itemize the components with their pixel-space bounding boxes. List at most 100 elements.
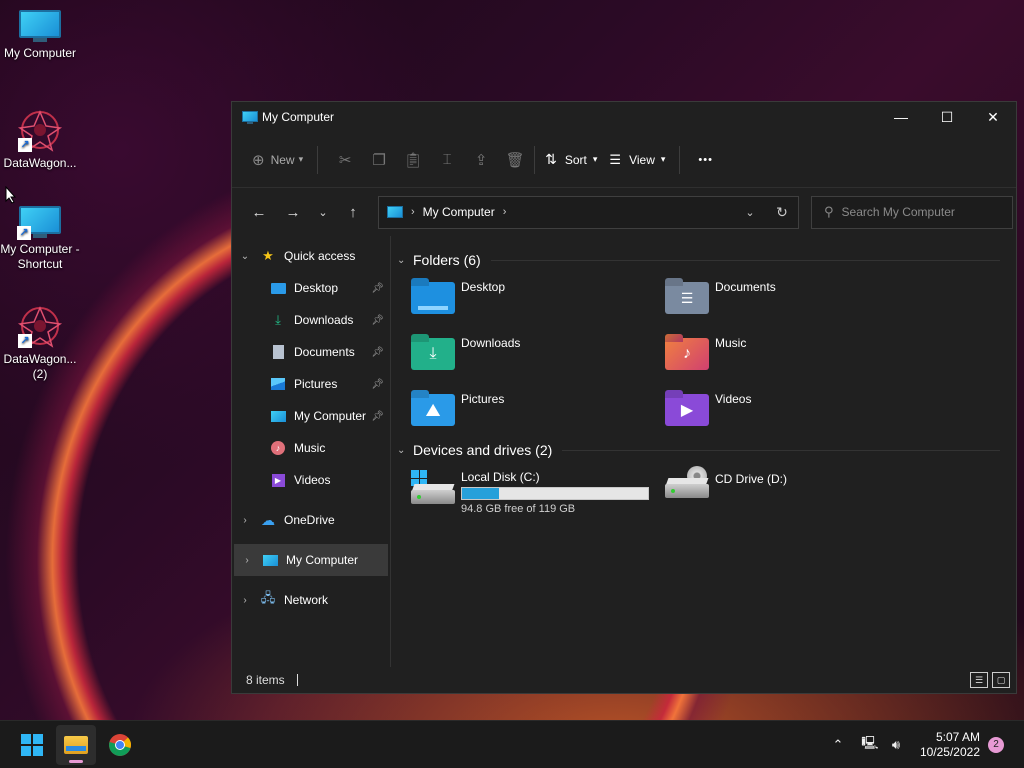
folder-tile-downloads[interactable]: ⤓ Downloads [397,330,651,386]
notification-badge[interactable]: 2 [988,736,1004,753]
cut-icon[interactable]: ✂ [328,145,362,175]
folder-tile-desktop[interactable]: Desktop [397,274,651,330]
folder-tile-videos[interactable]: ▶ Videos [651,386,905,442]
address-bar[interactable]: › My Computer › ⌄ ↻ [378,195,799,229]
nav-item-music[interactable]: ♪ Music [232,432,390,464]
clock[interactable]: 5:07 AM 10/25/2022 [920,730,980,760]
cloud-icon: ☁ [261,511,275,528]
taskbar: ⌃ 🖳︎ 🔊︎ 5:07 AM 10/25/2022 2 [0,720,1024,768]
chevron-down-icon[interactable]: ⌄ [232,251,258,262]
shortcut-arrow-icon: ↗ [18,138,32,152]
new-button[interactable]: ⊕ New ▾ [252,151,303,169]
large-icons-view-icon[interactable]: ▢ [992,672,1010,688]
chevron-down-icon[interactable]: ⌄ [397,255,413,266]
desktop-icon-datawagon-2[interactable]: ↗ DataWagon... (2) [0,302,80,382]
close-button[interactable]: ✕ [970,102,1016,132]
title-bar[interactable]: My Computer — ☐ ✕ [232,102,1016,132]
nav-label: Network [284,593,329,607]
desktop-icon-my-computer[interactable]: My Computer [0,10,80,61]
chevron-down-icon: ▾ [660,154,666,164]
videos-icon: ▶ [268,472,288,488]
navigation-pane: ⌄ ★ Quick access Desktop 📌︎ ⤓ Downloads … [232,236,391,667]
desktop-icon-my-computer-shortcut[interactable]: ↗ My Computer - Shortcut [0,206,80,272]
nav-item-network[interactable]: › 🖧︎ Network [232,584,390,616]
music-icon: ♪ [268,440,288,456]
chevron-right-icon: › [411,206,415,218]
desktop-icon-datawagon[interactable]: ↗ DataWagon... [0,106,80,171]
computer-icon [387,206,403,218]
desktop-folder-icon [411,278,455,314]
group-title: Devices and drives (2) [413,442,553,458]
file-explorer-taskbar-button[interactable] [56,724,96,765]
nav-item-documents[interactable]: Documents 📌︎ [232,336,390,368]
drives-grid: Local Disk (C:) 94.8 GB free of 119 GB C… [397,464,1010,526]
desktop-icon-label: My Computer - Shortcut [0,242,80,271]
nav-label: Documents [294,345,355,359]
chrome-taskbar-button[interactable] [100,725,140,765]
chevron-down-icon: ▾ [592,154,598,164]
details-view-icon[interactable]: ☰ [970,672,988,688]
delete-icon[interactable]: 🗑︎ [498,145,532,175]
volume-icon[interactable]: 🔊︎ [884,733,908,757]
chevron-right-icon[interactable]: › [232,515,258,526]
pin-icon: 📌︎ [371,346,384,358]
start-button[interactable] [12,725,52,765]
view-button[interactable]: ☰ View ▾ [609,152,665,168]
back-arrow-icon[interactable]: ← [242,197,276,227]
drive-tile-d[interactable]: CD Drive (D:) [651,464,905,526]
nav-item-downloads[interactable]: ⤓ Downloads 📌︎ [232,304,390,336]
maximize-button[interactable]: ☐ [924,102,970,132]
nav-item-my-computer-quick[interactable]: My Computer 📌︎ [232,400,390,432]
nav-label: Quick access [284,249,356,263]
folder-name: Documents [715,280,776,294]
sort-button[interactable]: ⇅ Sort ▾ [545,151,597,168]
drive-name: CD Drive (D:) [715,472,787,486]
shortcut-arrow-icon: ↗ [17,226,31,240]
windows-logo-icon [21,733,43,756]
folder-tile-pictures[interactable]: ⛰ Pictures [397,386,651,442]
chevron-up-icon[interactable]: ⌃ [826,733,850,757]
nav-item-onedrive[interactable]: › ☁ OneDrive [232,504,390,536]
folder-tile-documents[interactable]: ☰ Documents [651,274,905,330]
up-arrow-icon[interactable]: ↑ [336,197,370,227]
nav-item-quick-access[interactable]: ⌄ ★ Quick access [232,240,390,272]
chevron-down-icon[interactable]: ⌄ [397,445,413,456]
folders-group-header[interactable]: ⌄ Folders (6) [397,246,1010,274]
nav-item-videos[interactable]: ▶ Videos [232,464,390,496]
desktop-icon-label: DataWagon... (2) [3,352,77,381]
copy-icon[interactable]: ❐ [362,145,396,175]
share-icon[interactable]: ⇪ [464,145,498,175]
pin-icon: 📌︎ [371,282,384,294]
refresh-icon[interactable]: ↻ [766,204,798,221]
rename-icon[interactable]: ⌶ [430,145,464,175]
paste-icon[interactable]: 📋︎ [396,145,430,175]
more-options-button[interactable]: ••• [698,154,713,166]
chrome-icon [109,733,131,756]
recent-locations-chevron-icon[interactable]: ⌄ [310,197,336,227]
folder-tile-music[interactable]: ♪ Music [651,330,905,386]
chevron-right-icon[interactable]: › [232,595,258,606]
breadcrumb-my-computer[interactable]: My Computer [423,205,495,219]
nav-item-my-computer[interactable]: › My Computer [234,544,388,576]
clock-date: 10/25/2022 [919,744,980,759]
sort-button-label: Sort [564,152,587,167]
chevron-right-icon[interactable]: › [503,206,507,218]
disk-usage-bar [461,487,649,500]
folder-name: Music [715,336,747,350]
videos-folder-icon: ▶ [665,390,709,426]
computer-icon: ↗ [17,206,61,240]
nav-label: Videos [294,473,331,487]
item-count: 8 items [246,673,285,687]
file-explorer-window: My Computer — ☐ ✕ ⊕ New ▾ ✂ ❐ 📋︎ ⌶ ⇪ 🗑︎ … [231,101,1017,694]
nav-item-pictures[interactable]: Pictures 📌︎ [232,368,390,400]
drive-tile-c[interactable]: Local Disk (C:) 94.8 GB free of 119 GB [397,464,651,526]
search-input[interactable]: ⚲ Search My Computer [811,195,1013,229]
network-status-icon[interactable]: 🖳︎ [858,733,882,757]
nav-label: OneDrive [284,513,335,527]
address-dropdown-icon[interactable]: ⌄ [734,206,766,219]
chevron-right-icon[interactable]: › [234,555,260,566]
minimize-button[interactable]: — [878,102,924,132]
nav-item-desktop[interactable]: Desktop 📌︎ [232,272,390,304]
documents-icon [268,344,288,360]
forward-arrow-icon[interactable]: → [276,197,310,227]
